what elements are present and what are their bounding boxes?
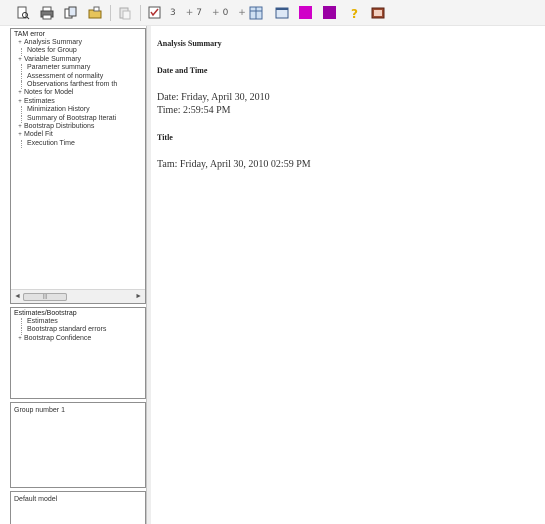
book-button[interactable] — [369, 4, 387, 22]
print-button[interactable] — [38, 4, 56, 22]
toolbar-separator — [110, 4, 111, 21]
expand-icon[interactable]: + — [16, 335, 24, 343]
tree-item[interactable]: Summary of Bootstrap Iterati — [11, 115, 145, 123]
expand-icon[interactable]: + — [16, 123, 24, 131]
bootstrap-tree: Estimates Bootstrap standard errors + Boots… — [11, 318, 145, 343]
tree-item-label: Estimates — [24, 97, 55, 105]
output-heading: Analysis Summary — [157, 39, 222, 48]
scroll-right-arrow-icon[interactable]: ► — [135, 293, 142, 300]
paste-icon — [119, 7, 131, 19]
time-line: Time: 2:59:54 PM — [157, 105, 231, 116]
view-button[interactable] — [273, 4, 291, 22]
scroll-left-arrow-icon[interactable]: ◄ — [14, 293, 21, 300]
tree-item[interactable]: + Estimates — [11, 98, 145, 106]
bootstrap-root-label[interactable]: Estimates/Bootstrap — [11, 308, 145, 318]
tree-item-label: Bootstrap standard errors — [27, 326, 107, 334]
plus-minus-icon: + — [185, 7, 194, 18]
open-button[interactable] — [86, 4, 104, 22]
tree-item[interactable]: Bootstrap standard errors — [11, 326, 145, 335]
plus-minus-icon: + — [212, 7, 220, 18]
print-preview-icon — [17, 6, 30, 19]
tree-item-label: Bootstrap Confidence — [24, 334, 92, 342]
window-view-icon — [275, 7, 289, 18]
printer-icon — [40, 6, 54, 19]
print-preview-button[interactable] — [14, 4, 32, 22]
tree-item[interactable]: Notes for Group — [11, 47, 145, 56]
decimals-stepper-1[interactable]: 3 — [170, 8, 176, 18]
tree-item[interactable]: + Notes for Model — [11, 89, 145, 97]
tree-root-label[interactable]: TAM error — [11, 29, 145, 39]
decimals-value-1: 3 — [170, 7, 176, 18]
model-list-item[interactable]: Default model — [11, 492, 145, 503]
decimals-stepper-3[interactable]: + 0 — [212, 8, 228, 18]
group-pane: Group number 1 — [10, 402, 146, 488]
expand-icon[interactable]: + — [16, 98, 24, 106]
expand-icon[interactable]: + — [16, 89, 24, 97]
date-time-section-title: Date and Time — [157, 66, 208, 75]
tree-item-label: Minimization History — [27, 106, 90, 114]
tree-item[interactable]: + Model Fit — [11, 131, 145, 139]
question-mark-icon: ? — [351, 7, 358, 20]
checklist-icon — [148, 6, 161, 18]
date-line: Date: Friday, April 30, 2010 — [157, 92, 270, 103]
title-section-title: Title — [157, 133, 173, 142]
book-icon — [371, 7, 385, 18]
tree-item-label: Model Fit — [24, 131, 53, 139]
expand-icon[interactable]: + — [16, 39, 24, 47]
purple-square-icon — [323, 6, 337, 19]
tree-item[interactable]: + Analysis Summary — [11, 39, 145, 47]
tree-item-label: Assessment of normality — [27, 72, 104, 80]
tree-item-label: Notes for Group — [27, 47, 77, 55]
tree-horizontal-scrollbar[interactable]: ◄ ||| ► — [11, 289, 145, 303]
tree-item-label: Execution Time — [27, 139, 75, 147]
copy-icon — [64, 6, 77, 18]
tree-item[interactable]: + Bootstrap Confidence — [11, 335, 145, 343]
folder-icon — [88, 6, 102, 18]
scrollbar-thumb[interactable]: ||| — [23, 293, 67, 301]
tree-item-label: Parameter summary — [27, 64, 91, 72]
tree-item-label: Estimates — [27, 318, 58, 325]
color-magenta-button[interactable] — [297, 4, 315, 22]
plus-minus-icon: + — [238, 7, 246, 18]
expand-icon[interactable]: + — [16, 56, 24, 64]
table-toggle[interactable]: + — [238, 6, 263, 20]
expand-icon[interactable]: + — [16, 131, 24, 139]
tree-item-label: Bootstrap Distributions — [24, 123, 95, 131]
tree-item[interactable]: Observations farthest from th — [11, 81, 145, 90]
decimals-value-3: 0 — [222, 7, 229, 18]
copy-button[interactable] — [62, 4, 80, 22]
tree-item[interactable]: Assessment of normality — [11, 73, 145, 81]
tree-item[interactable]: + Bootstrap Distributions — [11, 123, 145, 131]
group-list-item[interactable]: Group number 1 — [11, 403, 145, 414]
tree-item-label: Analysis Summary — [24, 39, 82, 46]
tree-item-label: Summary of Bootstrap Iterati — [27, 114, 117, 122]
tree-item-label: Observations farthest from th — [27, 81, 118, 89]
tree-item[interactable]: Execution Time — [11, 139, 145, 149]
grip-icon: ||| — [43, 294, 47, 300]
color-purple-button[interactable] — [321, 4, 339, 22]
tree-item[interactable]: Estimates — [11, 318, 145, 327]
tree-item[interactable]: Parameter summary — [11, 64, 145, 73]
table-view-icon — [249, 6, 263, 19]
tree-item[interactable]: Minimization History — [11, 106, 145, 115]
tree-item-label: Notes for Model — [24, 89, 74, 97]
output-tree-pane: TAM error + Analysis Summary Notes for Gro… — [10, 28, 146, 304]
title-line: Tam: Friday, April 30, 2010 02:59 PM — [157, 159, 311, 170]
svg-text:?: ? — [351, 7, 358, 20]
model-pane: Default model — [10, 491, 146, 524]
tree-item-label: Variable Summary — [24, 55, 82, 63]
paste-button[interactable] — [116, 4, 134, 22]
output-view: Analysis Summary Date and Time Date: Fri… — [151, 26, 545, 524]
tree-item[interactable]: + Variable Summary — [11, 56, 145, 64]
toolbar-separator — [140, 4, 141, 21]
decimals-stepper-2[interactable]: + 7 — [186, 8, 202, 18]
toolbar: 3 + 7 + 0 + ? — [0, 0, 545, 26]
bootstrap-pane: Estimates/Bootstrap Estimates Bootstrap s… — [10, 307, 146, 399]
options-button[interactable] — [146, 4, 164, 22]
decimals-value-2: 7 — [196, 7, 203, 18]
magenta-square-icon — [299, 6, 313, 19]
help-button[interactable]: ? — [345, 4, 363, 22]
output-tree: + Analysis Summary Notes for Group + Variabl… — [11, 39, 145, 149]
